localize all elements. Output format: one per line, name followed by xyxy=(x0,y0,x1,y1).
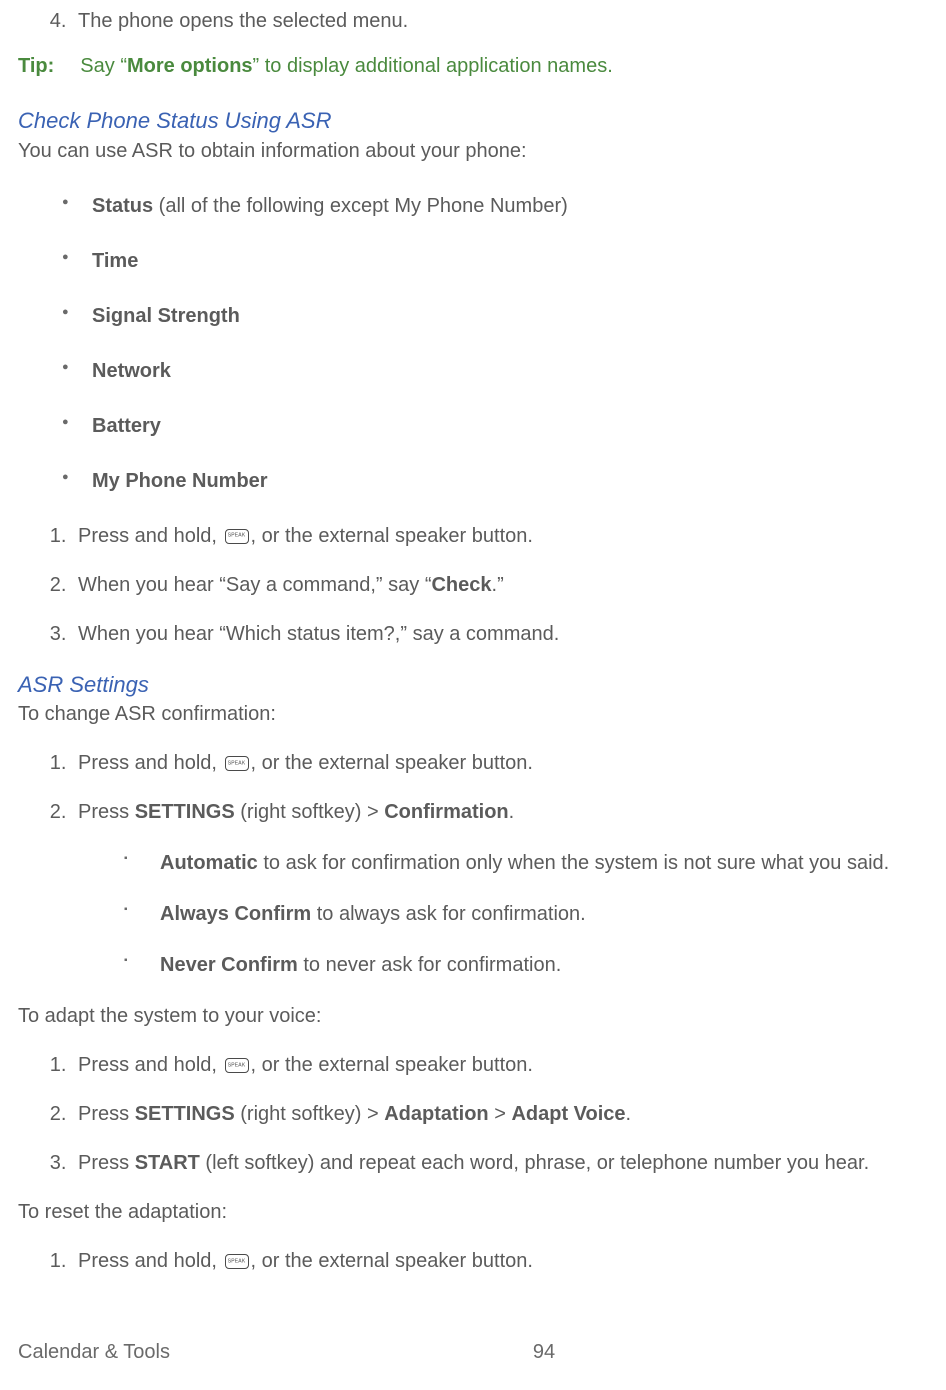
text-before: When you hear “Say a command,” say “ xyxy=(78,574,431,596)
item-bold: Signal Strength xyxy=(92,305,240,327)
list-item: Automatic to ask for confirmation only w… xyxy=(124,850,946,877)
list-item: My Phone Number xyxy=(62,468,946,495)
item-bold: Network xyxy=(92,360,171,382)
t-e: > xyxy=(489,1103,512,1125)
t-a: Press xyxy=(78,1152,135,1174)
status-item-list: Status (all of the following except My P… xyxy=(18,193,946,495)
adaptation-steps: Press and hold, , or the external speake… xyxy=(18,1052,946,1177)
tip-label: Tip: xyxy=(18,55,54,77)
list-item: Never Confirm to never ask for confirmat… xyxy=(124,952,946,979)
step-text: When you hear “Which status item?,” say … xyxy=(78,623,559,645)
t-f: Adapt Voice xyxy=(511,1103,625,1125)
reset-steps: Press and hold, , or the external speake… xyxy=(18,1248,946,1275)
step-4: The phone opens the selected menu. xyxy=(72,8,946,35)
speaker-key-icon xyxy=(225,1254,249,1269)
text-before: Press and hold, xyxy=(78,1054,223,1076)
t-d: Confirmation xyxy=(384,801,508,823)
step-3: When you hear “Which status item?,” say … xyxy=(72,621,946,648)
speaker-key-icon xyxy=(225,1058,249,1073)
text-after: .” xyxy=(492,574,504,596)
confirmation-steps: Press and hold, , or the external speake… xyxy=(18,750,946,979)
t-c: (right softkey) > xyxy=(235,1103,385,1125)
t-c: (left softkey) and repeat each word, phr… xyxy=(200,1152,869,1174)
list-item: Signal Strength xyxy=(62,303,946,330)
item-bold: Status xyxy=(92,195,153,217)
step-2: Press SETTINGS (right softkey) > Adaptat… xyxy=(72,1101,946,1128)
speaker-key-icon xyxy=(225,529,249,544)
t-b: START xyxy=(135,1152,200,1174)
opt-bold: Never Confirm xyxy=(160,954,298,976)
text-after: , or the external speaker button. xyxy=(251,1054,533,1076)
text-before: Press and hold, xyxy=(78,1250,223,1272)
item-bold: My Phone Number xyxy=(92,470,268,492)
opt-bold: Always Confirm xyxy=(160,903,311,925)
tip-text-after: ” to display additional application name… xyxy=(253,55,613,77)
list-item: Status (all of the following except My P… xyxy=(62,193,946,220)
t-e: . xyxy=(509,801,515,823)
opt-rest: to never ask for confirmation. xyxy=(298,954,561,976)
text-before: Press and hold, xyxy=(78,752,223,774)
section-heading-check-status: Check Phone Status Using ASR xyxy=(18,106,946,136)
step-1: Press and hold, , or the external speake… xyxy=(72,1248,946,1275)
speaker-key-icon xyxy=(225,756,249,771)
reset-intro: To reset the adaptation: xyxy=(18,1199,946,1226)
page-footer: Calendar & Tools 94 xyxy=(18,1339,918,1366)
list-item: Time xyxy=(62,248,946,275)
confirm-intro: To change ASR confirmation: xyxy=(18,701,946,728)
t-c: (right softkey) > xyxy=(235,801,385,823)
list-item: Always Confirm to always ask for confirm… xyxy=(124,901,946,928)
tip-text-before: Say “ xyxy=(80,55,127,77)
step-2: Press SETTINGS (right softkey) > Confirm… xyxy=(72,799,946,979)
step-1: Press and hold, , or the external speake… xyxy=(72,1052,946,1079)
text-before: Press and hold, xyxy=(78,525,223,547)
document-page: The phone opens the selected menu. Tip: S… xyxy=(0,0,946,1390)
t-g: . xyxy=(626,1103,632,1125)
step-1: Press and hold, , or the external speake… xyxy=(72,523,946,550)
step-2: When you hear “Say a command,” say “Chec… xyxy=(72,572,946,599)
intro-text: You can use ASR to obtain information ab… xyxy=(18,138,946,165)
check-status-steps: Press and hold, , or the external speake… xyxy=(18,523,946,648)
tip-callout: Tip: Say “More options” to display additi… xyxy=(18,53,946,80)
opt-bold: Automatic xyxy=(160,852,258,874)
t-a: Press xyxy=(78,801,135,823)
footer-section: Calendar & Tools xyxy=(18,1339,170,1366)
list-item: Network xyxy=(62,358,946,385)
item-bold: Time xyxy=(92,250,138,272)
text-after: , or the external speaker button. xyxy=(251,525,533,547)
opt-rest: to ask for confirmation only when the sy… xyxy=(258,852,889,874)
text-bold: Check xyxy=(431,574,491,596)
step-3: Press START (left softkey) and repeat ea… xyxy=(72,1150,946,1177)
item-rest: (all of the following except My Phone Nu… xyxy=(153,195,568,217)
step-1: Press and hold, , or the external speake… xyxy=(72,750,946,777)
t-d: Adaptation xyxy=(384,1103,488,1125)
numbered-list-continuation: The phone opens the selected menu. xyxy=(18,8,946,35)
t-b: SETTINGS xyxy=(135,801,235,823)
text-after: , or the external speaker button. xyxy=(251,752,533,774)
opt-rest: to always ask for confirmation. xyxy=(311,903,586,925)
item-bold: Battery xyxy=(92,415,161,437)
page-number: 94 xyxy=(170,1339,918,1366)
section-heading-asr-settings: ASR Settings xyxy=(18,670,946,700)
tip-bold: More options xyxy=(127,55,253,77)
confirmation-options: Automatic to ask for confirmation only w… xyxy=(78,850,946,979)
text-after: , or the external speaker button. xyxy=(251,1250,533,1272)
t-a: Press xyxy=(78,1103,135,1125)
list-item: Battery xyxy=(62,413,946,440)
adapt-intro: To adapt the system to your voice: xyxy=(18,1003,946,1030)
step-text: The phone opens the selected menu. xyxy=(78,10,408,32)
t-b: SETTINGS xyxy=(135,1103,235,1125)
